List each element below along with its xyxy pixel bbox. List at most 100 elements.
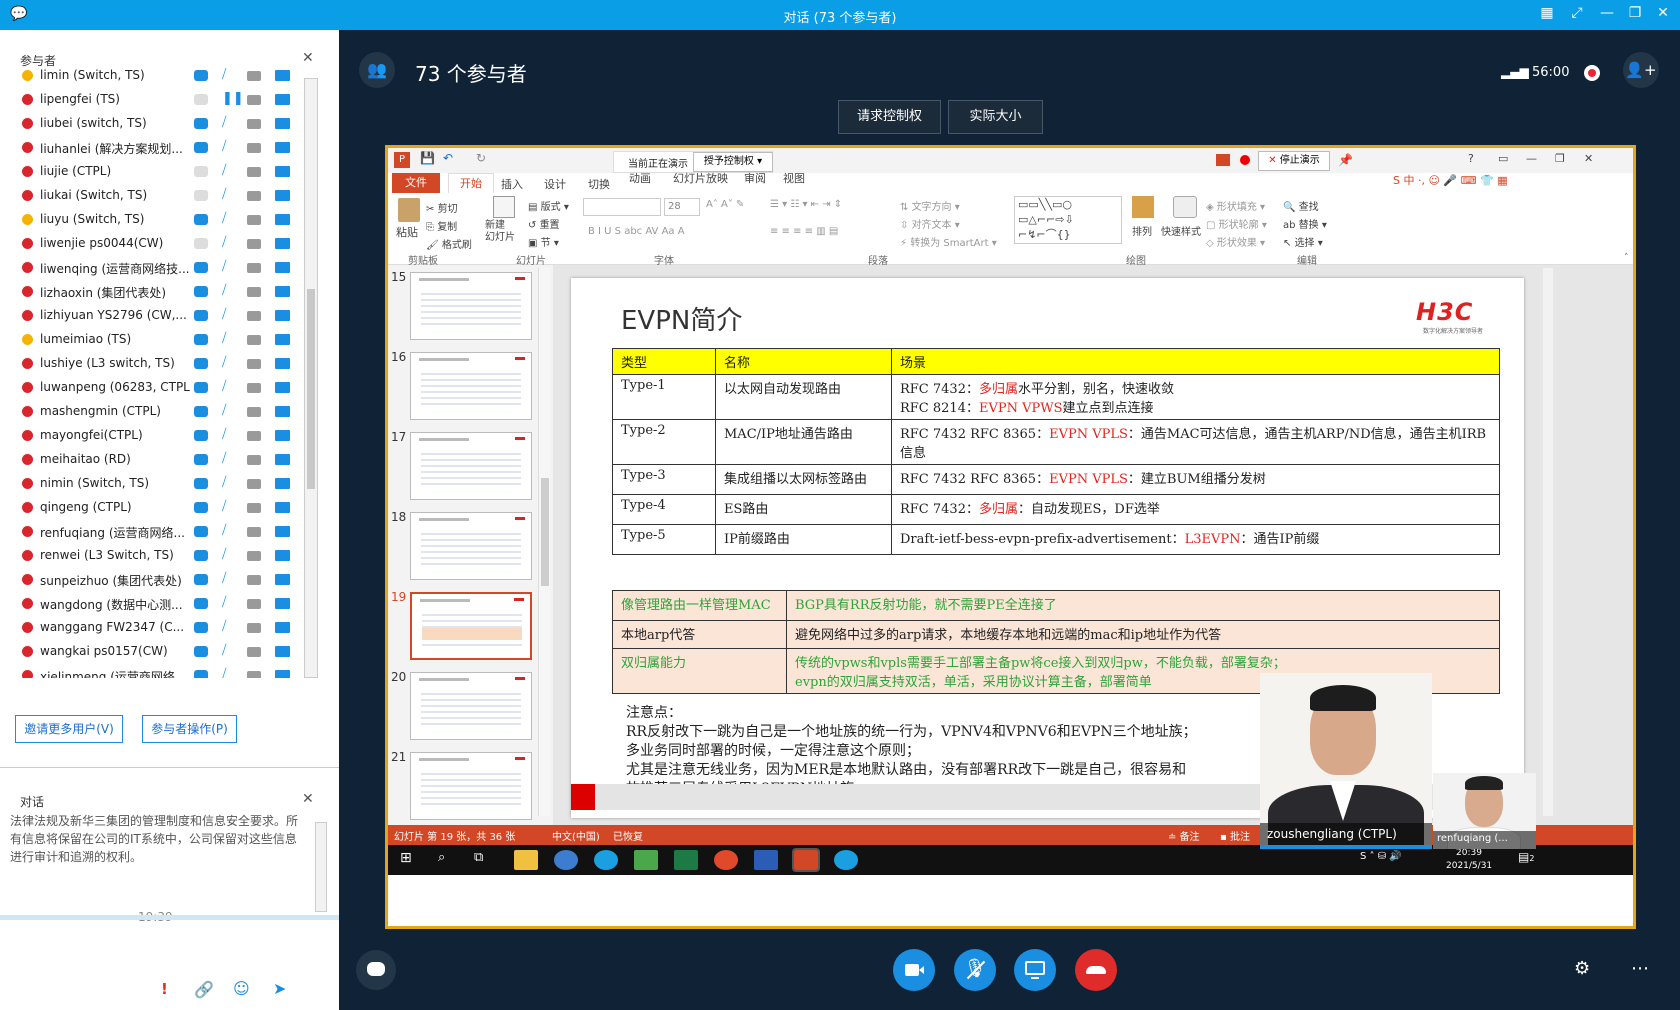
chat-icon[interactable]	[194, 454, 208, 465]
mic-muted-icon[interactable]: ⧸	[222, 68, 226, 82]
ppt-restore-ribbon-icon[interactable]: ▭	[1498, 152, 1508, 165]
participant-row[interactable]: sunpeizhuo (集团代表处) ⧸	[0, 568, 305, 592]
chat-icon[interactable]	[194, 94, 208, 105]
chat-icon[interactable]	[194, 646, 208, 657]
participant-row[interactable]: liujie (CTPL) ⧸	[0, 160, 305, 184]
select-button[interactable]: ↖ 选择 ▾	[1283, 234, 1323, 249]
shape-fill-button[interactable]: ◈ 形状填充 ▾	[1206, 198, 1265, 213]
slide-thumbnail[interactable]	[410, 752, 532, 820]
mute-button[interactable]: 🎙	[954, 949, 996, 991]
chat-icon[interactable]	[194, 526, 208, 537]
tab-view[interactable]: 视图	[783, 170, 805, 186]
request-control-button[interactable]: 请求控制权	[838, 100, 941, 134]
participant-actions-button[interactable]: 参与者操作(P)	[142, 715, 237, 743]
mic-muted-icon[interactable]: ⧸	[222, 523, 226, 538]
participant-row[interactable]: wanggang FW2347 (C... ⧸	[0, 616, 305, 640]
text-direction-button[interactable]: ⇅ 文字方向 ▾	[900, 198, 960, 213]
participant-video[interactable]: renfuqiang (...	[1433, 773, 1536, 849]
paused-icon[interactable]: ❚❚	[222, 91, 244, 106]
chat-icon[interactable]	[194, 286, 208, 297]
chat-toggle-button[interactable]	[356, 950, 396, 990]
copy-button[interactable]: ⎘ 复制	[426, 218, 457, 233]
list-icons[interactable]: ☰ ▾ ☷ ▾ ⇤ ⇥ ⇕	[770, 199, 842, 210]
powerpoint-icon[interactable]	[792, 848, 820, 872]
smartart-button[interactable]: ⚡ 转换为 SmartArt ▾	[900, 234, 997, 249]
collapse-ribbon-icon[interactable]: ˄	[1624, 253, 1629, 263]
chat-icon[interactable]	[194, 118, 208, 129]
hang-up-button[interactable]	[1075, 949, 1117, 991]
mic-muted-icon[interactable]: ⧸	[222, 355, 226, 370]
tab-insert[interactable]: 插入	[501, 176, 523, 192]
shapes-gallery[interactable]: ▭▭╲╲▭○ ▭△⌐⌐⇨⇩ ⌐↯⌐⌒{}	[1014, 196, 1122, 244]
slide-thumbnail[interactable]	[410, 432, 532, 500]
participant-row[interactable]: mayongfei(CTPL) ⧸	[0, 424, 305, 448]
chat-icon[interactable]	[194, 214, 208, 225]
notification-icon[interactable]: ▤2	[1518, 850, 1534, 864]
participant-row[interactable]: mashengmin (CTPL) ⧸	[0, 400, 305, 424]
cut-button[interactable]: ✂ 剪切	[426, 200, 458, 215]
mic-muted-icon[interactable]: ⧸	[222, 643, 226, 658]
mic-muted-icon[interactable]: ⧸	[222, 475, 226, 490]
slide-panel-scrollbar[interactable]	[538, 268, 550, 816]
tab-design[interactable]: 设计	[544, 176, 566, 192]
comment-icon[interactable]	[1216, 154, 1230, 166]
layout-icon[interactable]: ▦	[1537, 5, 1557, 25]
participant-row[interactable]: lipengfei (TS) ❚❚	[0, 88, 305, 112]
shape-effect-button[interactable]: ◇ 形状效果 ▾	[1206, 234, 1265, 249]
close-icon[interactable]: ✕	[1653, 5, 1673, 25]
mic-muted-icon[interactable]: ⧸	[222, 163, 226, 178]
tab-home[interactable]: 开始	[448, 173, 494, 193]
mic-muted-icon[interactable]: ⧸	[222, 451, 226, 466]
mic-muted-icon[interactable]: ⧸	[222, 499, 226, 514]
save-icon[interactable]: 💾	[420, 151, 435, 165]
mic-muted-icon[interactable]: ⧸	[222, 307, 226, 322]
chat-icon[interactable]	[194, 238, 208, 249]
chat-icon[interactable]	[194, 334, 208, 345]
find-button[interactable]: 🔍 查找	[1283, 198, 1319, 213]
shape-outline-button[interactable]: ▢ 形状轮廓 ▾	[1206, 216, 1267, 231]
tab-animations[interactable]: 动画	[629, 170, 651, 186]
mic-muted-icon[interactable]: ⧸	[222, 403, 226, 418]
mic-muted-icon[interactable]: ⧸	[222, 595, 226, 610]
participant-row[interactable]: xielinmeng (运营商网络... ⧸	[0, 664, 305, 678]
slide-thumbnail[interactable]	[410, 512, 532, 580]
layout-button[interactable]: ▤ 版式 ▾	[528, 198, 569, 213]
redo-icon[interactable]: ↻	[476, 151, 486, 165]
chat-icon[interactable]	[194, 262, 208, 273]
align-text-button[interactable]: ⇳ 对齐文本 ▾	[900, 216, 960, 231]
mic-muted-icon[interactable]: ⧸	[222, 427, 226, 442]
section-button[interactable]: ▣ 节 ▾	[528, 234, 559, 249]
mic-muted-icon[interactable]: ⧸	[222, 259, 226, 274]
fullscreen-icon[interactable]: ⤢	[1567, 5, 1587, 25]
grant-control-dropdown[interactable]: 授予控制权 ▾	[693, 152, 773, 172]
slide-thumbnail[interactable]	[410, 272, 532, 340]
chat-icon[interactable]	[194, 502, 208, 513]
tray-icons[interactable]: S ˄ ⛁ 🔊	[1360, 851, 1402, 862]
windows-start-icon[interactable]: ⊞	[400, 850, 412, 866]
add-participant-icon[interactable]: 👤+	[1623, 52, 1659, 88]
participants-icon[interactable]: 👥	[359, 52, 395, 88]
slide-thumbnail[interactable]	[410, 672, 532, 740]
chrome-icon[interactable]	[714, 850, 738, 870]
chat-icon[interactable]	[194, 190, 208, 201]
chat-icon[interactable]	[194, 670, 208, 678]
ppt-minimize-icon[interactable]: —	[1526, 152, 1537, 165]
undo-icon[interactable]: ↶	[443, 151, 453, 165]
task-view-icon[interactable]: ⧉	[474, 850, 483, 865]
new-slide-button[interactable]: 新建 幻灯片	[485, 220, 515, 244]
excel-icon[interactable]	[674, 850, 698, 870]
reset-button[interactable]: ↺ 重置	[528, 216, 560, 231]
chat-icon[interactable]	[194, 430, 208, 441]
participant-row[interactable]: renwei (L3 Switch, TS) ⧸	[0, 544, 305, 568]
skype-icon[interactable]	[594, 850, 618, 870]
notes-button[interactable]: ≐ 备注	[1168, 828, 1200, 843]
participant-row[interactable]: liwenjie ps0044(CW) ⧸	[0, 232, 305, 256]
chat-icon[interactable]	[194, 310, 208, 321]
device-settings-icon[interactable]: ⚙	[1574, 958, 1590, 979]
mic-muted-icon[interactable]: ⧸	[222, 235, 226, 250]
participant-row[interactable]: liukai (Switch, TS) ⧸	[0, 184, 305, 208]
participant-row[interactable]: liwenqing (运营商网络技... ⧸	[0, 256, 305, 280]
participant-scrollbar[interactable]	[304, 78, 318, 678]
participant-row[interactable]: liubei (switch, TS) ⧸	[0, 112, 305, 136]
replace-button[interactable]: ab 替换 ▾	[1283, 216, 1327, 231]
